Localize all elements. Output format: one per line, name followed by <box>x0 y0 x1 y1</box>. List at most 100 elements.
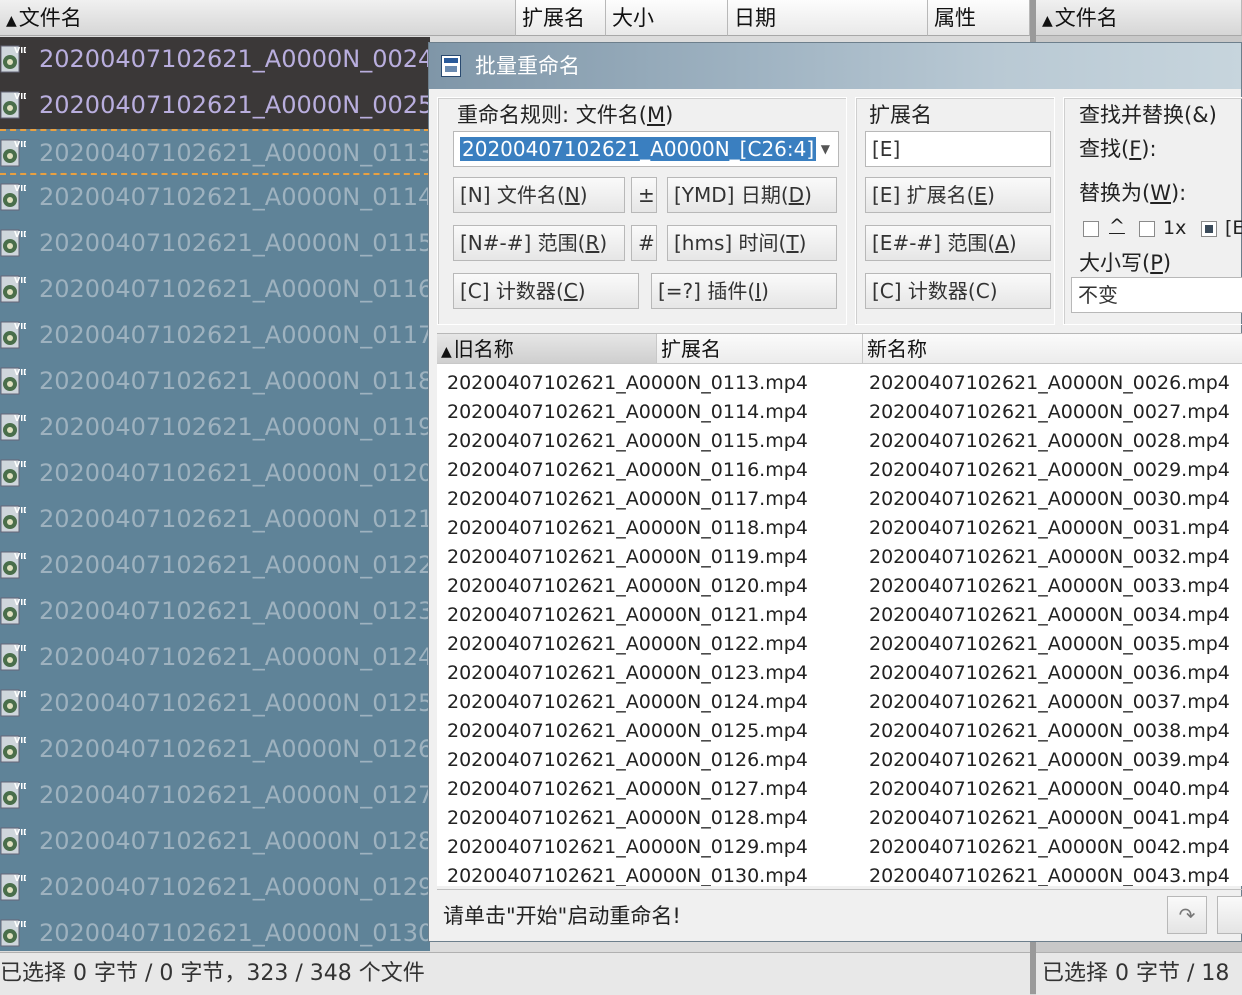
rename-rule-label: 重命名规则: 文件名(M) <box>457 103 674 127</box>
chevron-down-icon[interactable]: ▼ <box>821 132 830 166</box>
file-list-item[interactable]: VID 20200407102621_A0000N_0130 <box>0 911 430 951</box>
file-list-item[interactable]: VID 20200407102621_A0000N_0124 <box>0 635 430 681</box>
once-checkbox[interactable] <box>1139 221 1155 237</box>
file-list-item[interactable]: VID 20200407102621_A0000N_0024 <box>0 37 430 83</box>
list-header-ext[interactable]: 扩展名 <box>657 334 863 364</box>
preview-row[interactable]: 20200407102621_A0000N_0130.mp4 2020040710… <box>437 863 1242 886</box>
file-list-item[interactable]: VID 20200407102621_A0000N_0119 <box>0 405 430 451</box>
new-name-cell: 20200407102621_A0000N_0032.mp4 <box>869 546 1230 568</box>
insert-counter-button[interactable]: [C] 计数器(C) <box>453 273 639 309</box>
video-file-icon: VID <box>0 826 30 858</box>
new-name-cell: 20200407102621_A0000N_0029.mp4 <box>869 459 1230 481</box>
preview-row[interactable]: 20200407102621_A0000N_0126.mp4 2020040710… <box>437 747 1242 776</box>
insert-name-button[interactable]: [N] 文件名(N) <box>453 177 625 213</box>
file-list-item[interactable]: VID 20200407102621_A0000N_0025 <box>0 83 430 129</box>
insert-ext-button[interactable]: [E] 扩展名(E) <box>865 177 1051 213</box>
col-header-size[interactable]: 大小 <box>606 0 728 36</box>
extension-input[interactable]: [E] <box>865 131 1051 167</box>
hash-button[interactable]: # <box>631 225 657 261</box>
preview-row[interactable]: 20200407102621_A0000N_0116.mp4 2020040710… <box>437 457 1242 486</box>
col-header-ext[interactable]: 扩展名 <box>516 0 606 36</box>
preview-row[interactable]: 20200407102621_A0000N_0113.mp4 2020040710… <box>437 370 1242 399</box>
preview-row[interactable]: 20200407102621_A0000N_0120.mp4 2020040710… <box>437 573 1242 602</box>
file-list-item[interactable]: VID 20200407102621_A0000N_0117 <box>0 313 430 359</box>
old-name-cell: 20200407102621_A0000N_0124.mp4 <box>447 691 808 713</box>
file-list-item[interactable]: VID 20200407102621_A0000N_0127 <box>0 773 430 819</box>
new-name-cell: 20200407102621_A0000N_0027.mp4 <box>869 401 1230 423</box>
file-list-item[interactable]: VID 20200407102621_A0000N_0122 <box>0 543 430 589</box>
insert-plugin-button[interactable]: [=?] 插件(I) <box>651 273 837 309</box>
regex-checkbox[interactable] <box>1083 221 1099 237</box>
old-name-cell: 20200407102621_A0000N_0123.mp4 <box>447 662 808 684</box>
file-list-item[interactable]: VID 20200407102621_A0000N_0125 <box>0 681 430 727</box>
file-list-item[interactable]: VID 20200407102621_A0000N_0120 <box>0 451 430 497</box>
rename-preview-list[interactable]: ▲ 旧名称 扩展名 新名称 20200407102621_A0000N_0113.… <box>437 333 1242 886</box>
svg-text:VID: VID <box>14 736 26 745</box>
preview-row[interactable]: 20200407102621_A0000N_0117.mp4 2020040710… <box>437 486 1242 515</box>
old-name-cell: 20200407102621_A0000N_0116.mp4 <box>447 459 808 481</box>
list-header-old-name[interactable]: ▲ 旧名称 <box>437 334 657 364</box>
old-name-cell: 20200407102621_A0000N_0120.mp4 <box>447 575 808 597</box>
preview-row[interactable]: 20200407102621_A0000N_0124.mp4 2020040710… <box>437 689 1242 718</box>
col-header-attr[interactable]: 属性 <box>928 0 1030 36</box>
preview-row[interactable]: 20200407102621_A0000N_0115.mp4 2020040710… <box>437 428 1242 457</box>
file-name: 20200407102621_A0000N_0025 <box>39 91 430 119</box>
insert-ext-counter-button[interactable]: [C] 计数器(C) <box>865 273 1051 309</box>
right-col-header-filename[interactable]: ▲文件名 <box>1036 0 1242 36</box>
file-list-item[interactable]: VID 20200407102621_A0000N_0113 <box>0 129 430 175</box>
file-list-item[interactable]: VID 20200407102621_A0000N_0121 <box>0 497 430 543</box>
new-name-cell: 20200407102621_A0000N_0040.mp4 <box>869 778 1230 800</box>
preview-row[interactable]: 20200407102621_A0000N_0123.mp4 2020040710… <box>437 660 1242 689</box>
file-list-item[interactable]: VID 20200407102621_A0000N_0116 <box>0 267 430 313</box>
insert-range-button[interactable]: [N#-#] 范围(R) <box>453 225 625 261</box>
file-list-item[interactable]: VID 20200407102621_A0000N_0118 <box>0 359 430 405</box>
file-list-item[interactable]: VID 20200407102621_A0000N_0114 <box>0 175 430 221</box>
plusminus-button[interactable]: ± <box>631 177 657 213</box>
insert-ext-range-button[interactable]: [E#-#] 范围(A) <box>865 225 1051 261</box>
undo-button[interactable]: ↷ <box>1167 896 1207 934</box>
new-name-cell: 20200407102621_A0000N_0035.mp4 <box>869 633 1230 655</box>
svg-text:VID: VID <box>14 322 26 331</box>
video-file-icon: VID <box>0 412 30 444</box>
file-list-item[interactable]: VID 20200407102621_A0000N_0115 <box>0 221 430 267</box>
file-name: 20200407102621_A0000N_0122 <box>39 551 430 579</box>
file-list-item[interactable]: VID 20200407102621_A0000N_0126 <box>0 727 430 773</box>
video-file-icon: VID <box>0 596 30 628</box>
file-name: 20200407102621_A0000N_0116 <box>39 275 430 303</box>
dialog-status-bar: 请单击"开始"启动重命名! ↷ <box>437 889 1242 940</box>
col-header-date[interactable]: 日期 <box>728 0 928 36</box>
preview-row[interactable]: 20200407102621_A0000N_0122.mp4 2020040710… <box>437 631 1242 660</box>
case-select[interactable]: 不变 <box>1071 277 1242 313</box>
preview-row[interactable]: 20200407102621_A0000N_0127.mp4 2020040710… <box>437 776 1242 805</box>
preview-row[interactable]: 20200407102621_A0000N_0119.mp4 2020040710… <box>437 544 1242 573</box>
insert-time-button[interactable]: [hms] 时间(T) <box>667 225 837 261</box>
file-name: 20200407102621_A0000N_0118 <box>39 367 430 395</box>
ext-checkbox[interactable] <box>1201 221 1217 237</box>
list-header-new-name[interactable]: 新名称 <box>863 334 1242 364</box>
preview-row[interactable]: 20200407102621_A0000N_0129.mp4 2020040710… <box>437 834 1242 863</box>
dialog-titlebar[interactable]: 批量重命名 <box>429 43 1241 89</box>
file-list-item[interactable]: VID 20200407102621_A0000N_0123 <box>0 589 430 635</box>
preview-row[interactable]: 20200407102621_A0000N_0114.mp4 2020040710… <box>437 399 1242 428</box>
file-list-item[interactable]: VID 20200407102621_A0000N_0129 <box>0 865 430 911</box>
new-name-cell: 20200407102621_A0000N_0026.mp4 <box>869 372 1230 394</box>
extension-label: 扩展名 <box>869 103 932 127</box>
preview-row[interactable]: 20200407102621_A0000N_0128.mp4 2020040710… <box>437 805 1242 834</box>
old-name-cell: 20200407102621_A0000N_0121.mp4 <box>447 604 808 626</box>
file-list[interactable]: VID 20200407102621_A0000N_0024 VID 20200407… <box>0 37 430 951</box>
svg-text:VID: VID <box>14 552 26 561</box>
video-file-icon: VID <box>0 366 30 398</box>
video-file-icon: VID <box>0 182 30 214</box>
insert-date-button[interactable]: [YMD] 日期(D) <box>667 177 837 213</box>
old-name-cell: 20200407102621_A0000N_0128.mp4 <box>447 807 808 829</box>
preview-row[interactable]: 20200407102621_A0000N_0118.mp4 2020040710… <box>437 515 1242 544</box>
file-list-item[interactable]: VID 20200407102621_A0000N_0128 <box>0 819 430 865</box>
new-name-cell: 20200407102621_A0000N_0031.mp4 <box>869 517 1230 539</box>
preview-row[interactable]: 20200407102621_A0000N_0121.mp4 2020040710… <box>437 602 1242 631</box>
rename-rule-input[interactable]: 20200407102621_A0000N_[C26:4] ▼ <box>453 131 839 167</box>
start-button[interactable] <box>1217 896 1242 934</box>
col-header-filename[interactable]: ▲文件名 <box>0 0 516 36</box>
preview-row[interactable]: 20200407102621_A0000N_0125.mp4 2020040710… <box>437 718 1242 747</box>
new-name-cell: 20200407102621_A0000N_0043.mp4 <box>869 865 1230 886</box>
video-file-icon: VID <box>0 320 30 352</box>
